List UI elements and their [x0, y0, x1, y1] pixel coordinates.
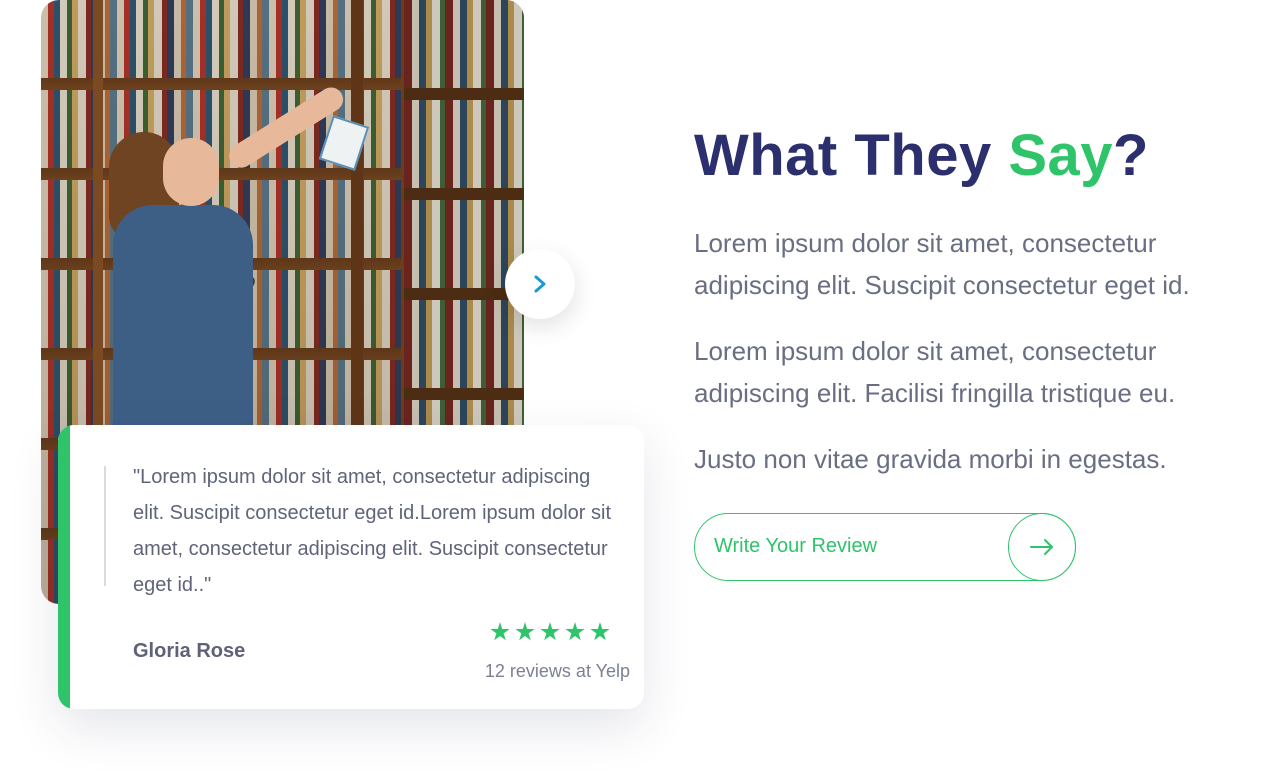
cta-arrow-circle[interactable]	[1008, 513, 1076, 581]
person-body	[113, 205, 253, 445]
reviewer-name: Gloria Rose	[133, 640, 246, 662]
heading-highlight: Say	[1008, 123, 1114, 188]
review-card: "Lorem ipsum dolor sit amet, consectetur…	[58, 425, 644, 709]
heading-prefix: What They	[694, 123, 1009, 188]
review-count: 12 reviews at Yelp	[484, 661, 630, 681]
star-rating	[490, 622, 610, 642]
arrow-right-icon	[1030, 539, 1053, 555]
heading-suffix: ?	[1113, 123, 1149, 188]
quote-rule	[104, 466, 106, 586]
card-accent-bar	[58, 425, 70, 709]
write-review-label: Write Your Review	[714, 535, 878, 557]
review-quote: "Lorem ipsum dolor sit amet, consectetur…	[133, 466, 611, 596]
person-head	[163, 138, 219, 206]
write-review-button[interactable]: Write Your Review	[694, 513, 1076, 581]
section-heading: What They Say?	[694, 122, 1149, 189]
star-icon	[565, 622, 585, 641]
chevron-right-icon	[534, 275, 546, 293]
star-icon	[515, 622, 535, 641]
star-icon	[540, 622, 560, 641]
carousel-next-button[interactable]	[505, 249, 575, 319]
section-paragraph-2: Lorem ipsum dolor sit amet, consectetur …	[694, 336, 1176, 408]
section-paragraph-1: Lorem ipsum dolor sit amet, consectetur …	[694, 228, 1190, 300]
section-paragraph-3: Justo non vitae gravida morbi in egestas…	[694, 444, 1167, 474]
star-icon	[590, 622, 610, 641]
star-icon	[490, 622, 510, 641]
